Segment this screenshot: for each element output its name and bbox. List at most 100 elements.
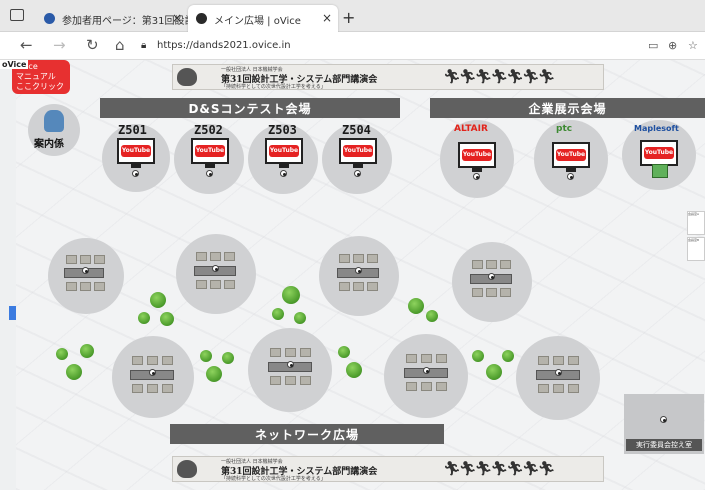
youtube-icon: YouTube xyxy=(556,149,586,161)
event-banner-bottom: 一般社団法人 日本機械学会 第31回設計工学・システム部門講演会 「持続科学とし… xyxy=(172,456,604,482)
document-icon[interactable] xyxy=(652,164,668,178)
table-area-2[interactable] xyxy=(176,234,256,314)
user-avatar[interactable] xyxy=(280,170,287,177)
table-area-5[interactable] xyxy=(112,336,194,418)
browser-window: 参加者用ページ：第31回設計工学 × メイン広場 | oVice × + ← →… xyxy=(0,0,705,490)
booth-ptc[interactable]: ptc YouTube xyxy=(534,120,608,198)
guide-person-icon xyxy=(44,110,64,132)
plant-decoration xyxy=(206,366,222,382)
youtube-icon: YouTube xyxy=(195,145,225,157)
user-avatar[interactable] xyxy=(555,369,562,376)
favorites-icon[interactable]: ☆ xyxy=(688,39,698,52)
tab-label: 参加者用ページ：第31回設計工学 xyxy=(62,16,188,27)
new-tab-button[interactable]: + xyxy=(342,8,355,27)
close-icon[interactable]: × xyxy=(322,11,332,25)
room-label: Z501 xyxy=(118,123,147,137)
table-area-6[interactable] xyxy=(248,328,332,412)
close-icon[interactable]: × xyxy=(172,11,182,25)
room-label: Z503 xyxy=(268,123,297,137)
user-avatar[interactable] xyxy=(488,273,495,280)
user-avatar[interactable] xyxy=(132,170,139,177)
youtube-icon: YouTube xyxy=(121,145,151,157)
plant-decoration xyxy=(160,312,174,326)
tab-main-plaza[interactable]: メイン広場 | oVice × xyxy=(188,5,338,32)
banner-subtitle: 「持続科学としての次世代設計工学を考える」 xyxy=(221,84,326,90)
table-area-3[interactable] xyxy=(319,236,399,316)
ovice-manual-badge[interactable]: oVice マニュアル ここクリック oVice xyxy=(0,60,74,96)
screen-share[interactable]: YouTube xyxy=(339,138,377,168)
lock-icon: 🔒︎ xyxy=(141,40,147,51)
zoom-icon[interactable]: ⊕ xyxy=(668,39,677,52)
screen-share[interactable]: YouTube xyxy=(265,138,303,168)
user-avatar[interactable] xyxy=(567,173,574,180)
screen-share[interactable]: YouTube xyxy=(458,142,496,172)
forward-icon[interactable]: → xyxy=(53,36,66,54)
sidebar-toggle[interactable] xyxy=(9,296,16,336)
room-z501[interactable]: Z501 YouTube xyxy=(102,123,170,192)
user-avatar[interactable] xyxy=(287,361,294,368)
booth-maplesoft[interactable]: Maplesoft YouTube xyxy=(622,120,696,190)
plant-decoration xyxy=(200,350,212,362)
ovice-icon xyxy=(196,13,207,24)
user-avatar[interactable] xyxy=(206,170,213,177)
screen-share[interactable]: YouTube xyxy=(640,140,678,170)
jsme-logo xyxy=(177,460,197,478)
side-tab[interactable]: 会議室B xyxy=(687,237,705,261)
user-avatar[interactable] xyxy=(149,369,156,376)
plant-decoration xyxy=(272,308,284,320)
plant-decoration xyxy=(66,364,82,380)
booth-altair[interactable]: ALTAIR YouTube xyxy=(440,120,514,198)
home-icon[interactable]: ⌂ xyxy=(115,36,125,54)
youtube-icon: YouTube xyxy=(644,147,674,159)
floor-map[interactable]: 一般社団法人 日本機械学会 第31回設計工学・システム部門講演会 「持続科学とし… xyxy=(16,60,705,490)
screen-share[interactable]: YouTube xyxy=(191,138,229,168)
tab-participant-page[interactable]: 参加者用ページ：第31回設計工学 × xyxy=(36,5,188,32)
maplesoft-logo: Maplesoft xyxy=(634,124,679,133)
url-field[interactable]: 🔒︎ https://dands2021.ovice.in xyxy=(141,37,631,55)
guide-desk[interactable]: 案内係 xyxy=(28,104,80,156)
plant-decoration xyxy=(80,344,94,358)
banner-subtitle: 「持続科学としての次世代設計工学を考える」 xyxy=(221,476,326,482)
zone-label-exhibit: 企業展示会場 xyxy=(430,98,705,118)
globe-icon xyxy=(44,13,55,24)
back-icon[interactable]: ← xyxy=(20,36,33,54)
ovice-space[interactable]: 一般社団法人 日本機械学会 第31回設計工学・システム部門講演会 「持続科学とし… xyxy=(0,60,705,490)
plant-decoration xyxy=(486,364,502,380)
user-avatar[interactable] xyxy=(355,267,362,274)
user-avatar[interactable] xyxy=(423,367,430,374)
plant-decoration xyxy=(408,298,424,314)
room-label: Z502 xyxy=(194,123,223,137)
user-avatar[interactable] xyxy=(212,265,219,272)
youtube-icon: YouTube xyxy=(462,149,492,161)
user-avatar[interactable] xyxy=(82,267,89,274)
manual-line3: ここクリック xyxy=(16,82,64,91)
tab-bar: 参加者用ページ：第31回設計工学 × メイン広場 | oVice × + xyxy=(0,0,705,32)
exec-room-label: 実行委員会控え室 xyxy=(626,439,702,451)
screen-share[interactable]: YouTube xyxy=(552,142,590,172)
table-area-1[interactable] xyxy=(48,238,124,314)
plant-decoration xyxy=(138,312,150,324)
side-tab[interactable]: 会議室A xyxy=(687,211,705,235)
screen-share[interactable]: YouTube xyxy=(117,138,155,168)
side-panel-tabs[interactable]: 会議室A 会議室B xyxy=(687,211,705,263)
room-z502[interactable]: Z502 YouTube xyxy=(174,123,244,194)
table-area-8[interactable] xyxy=(516,336,600,420)
table-area-7[interactable] xyxy=(384,334,468,418)
table-area-4[interactable] xyxy=(452,242,532,322)
user-avatar[interactable] xyxy=(473,173,480,180)
room-z504[interactable]: Z504 YouTube xyxy=(322,123,392,194)
youtube-icon: YouTube xyxy=(343,145,373,157)
room-z503[interactable]: Z503 YouTube xyxy=(248,123,318,194)
guide-label: 案内係 xyxy=(34,139,64,150)
user-avatar[interactable] xyxy=(354,170,361,177)
reader-icon[interactable]: ▭ xyxy=(648,39,658,52)
plant-decoration xyxy=(294,312,306,324)
plant-decoration xyxy=(282,286,300,304)
plant-decoration xyxy=(222,352,234,364)
reload-icon[interactable]: ↻ xyxy=(86,36,99,54)
user-avatar[interactable] xyxy=(660,416,667,423)
plant-decoration xyxy=(346,362,362,378)
exec-committee-room[interactable]: 実行委員会控え室 xyxy=(624,394,704,454)
window-menu-icon[interactable] xyxy=(10,9,24,21)
ovice-label: oVice xyxy=(0,60,29,69)
